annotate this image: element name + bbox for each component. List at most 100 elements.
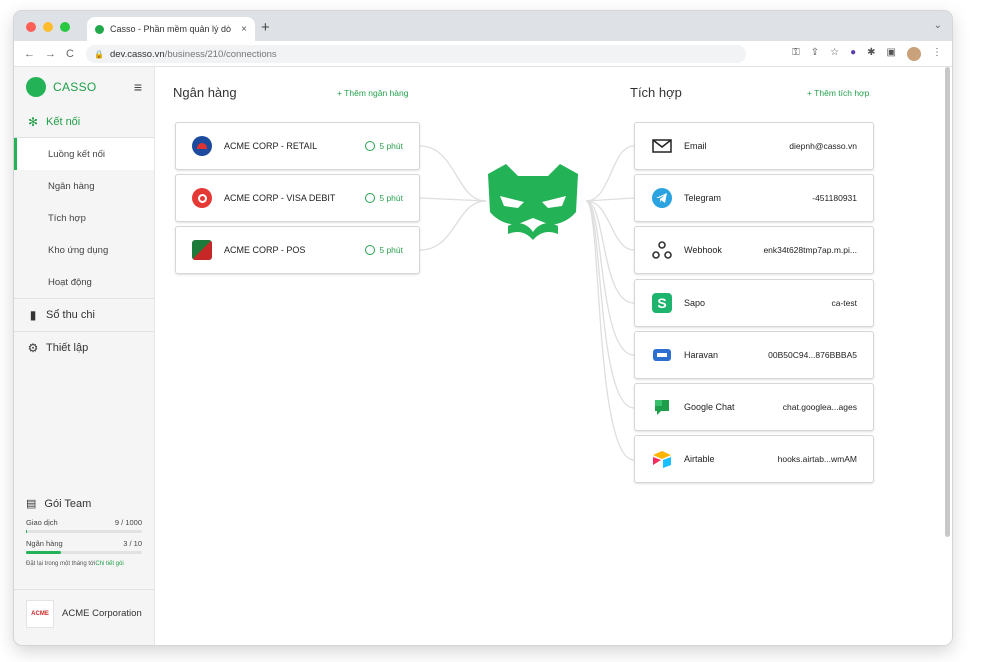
sync-interval: 5 phút [365, 245, 403, 255]
integration-card-airtable[interactable]: Airtable hooks.airtab...wmAM [634, 435, 874, 483]
integration-card-webhook[interactable]: Webhook enk34t628tmp7ap.m.pi... [634, 226, 874, 274]
gear-icon: ⚙ [27, 341, 39, 355]
window-controls [26, 22, 70, 32]
transactions-progress [26, 530, 142, 533]
transactions-stat: Giao dịch 9 / 1000 [26, 518, 142, 527]
sidepanel-icon[interactable]: ▣ [887, 47, 896, 61]
email-icon [651, 135, 673, 157]
sidebar-item-tich-hop[interactable]: Tích hợp [14, 202, 154, 234]
kebab-menu-icon[interactable]: ⋮ [932, 47, 942, 61]
plan-details-link[interactable]: Chi tiết gói [95, 561, 123, 567]
integration-name: Haravan [684, 350, 719, 360]
bookmark-star-icon[interactable]: ☆ [830, 47, 839, 61]
plan-note: Đặt lại trong một tháng tớiChi tiết gói [26, 561, 142, 567]
puzzle-icon[interactable]: ✱ [867, 47, 875, 61]
share-icon[interactable]: ⇪ [811, 47, 819, 61]
integration-card-haravan[interactable]: Haravan 00B50C94...876BBBA5 [634, 331, 874, 379]
clock-icon [365, 193, 376, 203]
tab-strip: Casso - Phần mềm quản lý dò × + ⌄ [14, 11, 952, 41]
webhook-icon [651, 239, 673, 261]
minimize-window-button[interactable] [43, 22, 53, 32]
lock-icon: 🔒 [94, 49, 104, 59]
sync-interval-text: 5 phút [379, 141, 403, 151]
pos-bank-icon [192, 240, 212, 260]
organization-name: ACME Corporation [62, 608, 142, 619]
integration-card-telegram[interactable]: Telegram -451180931 [634, 174, 874, 222]
url-path: /business/210/connections [164, 48, 277, 60]
plan-note-text: Đặt lại trong một tháng tới [26, 561, 96, 567]
hamburger-menu-icon[interactable]: ≡ [134, 79, 142, 95]
tab-title: Casso - Phần mềm quản lý dò [110, 24, 232, 34]
sync-interval-text: 5 phút [379, 245, 403, 255]
bank-card-retail[interactable]: ACME CORP - RETAIL 5 phút [175, 122, 420, 170]
book-icon: ▮ [29, 308, 37, 322]
organization-switcher[interactable]: ACME ACME Corporation [14, 589, 154, 637]
telegram-icon [651, 187, 673, 209]
back-icon[interactable]: ← [24, 48, 35, 60]
integration-name: Telegram [684, 193, 722, 203]
integration-card-google-chat[interactable]: Google Chat chat.googlea...ages [634, 383, 874, 431]
sync-interval: 5 phút [365, 193, 403, 203]
url-field[interactable]: 🔒 dev.casso.vn/business/210/connections [86, 45, 746, 63]
casso-mascot-icon [488, 164, 578, 240]
integration-card-email[interactable]: Email diepnh@casso.vn [634, 122, 874, 170]
sync-interval-text: 5 phút [379, 193, 403, 203]
banks-stat: Ngân hàng 3 / 10 [26, 539, 142, 548]
banks-value: 3 / 10 [123, 539, 142, 548]
connections-main: Ngân hàng + Thêm ngân hàng Tích hợp + Th… [156, 67, 952, 645]
brand-name: CASSO [53, 80, 97, 94]
bank-name: ACME CORP - POS [224, 245, 306, 255]
network-icon: ✻ [27, 115, 39, 129]
integration-name: Email [684, 141, 707, 151]
tab-close-icon[interactable]: × [241, 24, 247, 35]
casso-favicon-icon [95, 24, 104, 34]
tab-search-icon[interactable]: ⌄ [934, 20, 942, 31]
transactions-value: 9 / 1000 [114, 518, 142, 527]
sidebar-item-kho-ung-dung[interactable]: Kho ứng dụng [14, 234, 154, 266]
scrollbar[interactable] [945, 67, 950, 537]
vietinbank-icon [192, 136, 212, 156]
maximize-window-button[interactable] [60, 22, 70, 32]
app-content: CASSO ≡ ✻ Kết nối Luồng kết nối Ngân hàn… [14, 67, 952, 645]
airtable-icon [651, 448, 673, 470]
sidebar-section-label: Kết nối [46, 116, 81, 128]
sidebar: CASSO ≡ ✻ Kết nối Luồng kết nối Ngân hàn… [14, 67, 155, 645]
profile-avatar[interactable] [907, 47, 921, 61]
sidebar-section-thiet-lap[interactable]: ⚙ Thiết lập [14, 332, 154, 364]
integration-value: chat.googlea...ages [782, 402, 857, 412]
reload-icon[interactable]: C [66, 48, 74, 60]
sidebar-item-ngan-hang[interactable]: Ngân hàng [14, 170, 154, 202]
google-chat-icon [651, 396, 673, 418]
close-window-button[interactable] [26, 22, 36, 32]
extension-icon[interactable]: ● [850, 47, 856, 61]
browser-tab[interactable]: Casso - Phần mềm quản lý dò × [87, 17, 255, 41]
new-tab-button[interactable]: + [261, 19, 270, 36]
casso-logo-icon[interactable] [26, 77, 46, 97]
sidebar-section-label: Thiết lập [46, 342, 89, 354]
sidebar-section-label: Sổ thu chi [46, 309, 95, 321]
sidebar-section-ket-noi[interactable]: ✻ Kết nối [14, 107, 154, 137]
sidebar-item-luong-ket-noi[interactable]: Luồng kết nối [14, 138, 154, 170]
brand: CASSO ≡ [14, 67, 154, 107]
integration-card-sapo[interactable]: S Sapo ca-test [634, 279, 874, 327]
haravan-icon [651, 344, 673, 366]
integration-value: enk34t628tmp7ap.m.pi... [763, 245, 857, 255]
key-icon[interactable]: ⚿ [792, 47, 800, 61]
sapo-icon: S [651, 292, 673, 314]
sidebar-item-hoat-dong[interactable]: Hoạt động [14, 266, 154, 298]
integration-name: Airtable [684, 454, 715, 464]
plan-name: Gói Team [44, 497, 92, 510]
sidebar-section-so-thu-chi[interactable]: ▮ Sổ thu chi [14, 299, 154, 331]
plan-panel: ▤ Gói Team Giao dịch 9 / 1000 Ngân hàng … [14, 497, 154, 567]
integration-name: Google Chat [684, 402, 735, 412]
transactions-progress-fill [26, 530, 28, 533]
bank-name: ACME CORP - RETAIL [224, 141, 318, 151]
forward-icon[interactable]: → [45, 48, 56, 60]
integration-name: Sapo [684, 298, 706, 308]
url-domain: dev.casso.vn [109, 48, 165, 60]
integration-value: diepnh@casso.vn [789, 141, 857, 151]
integration-name: Webhook [684, 245, 722, 255]
bank-card-visa-debit[interactable]: ACME CORP - VISA DEBIT 5 phút [175, 174, 420, 222]
integration-value: 00B50C94...876BBBA5 [768, 350, 857, 360]
bank-card-pos[interactable]: ACME CORP - POS 5 phút [175, 226, 420, 274]
